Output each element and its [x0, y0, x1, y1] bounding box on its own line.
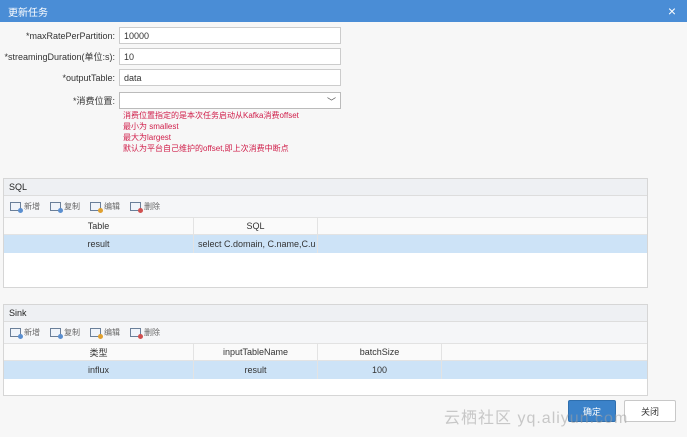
dialog-titlebar: 更新任务 ×: [0, 0, 687, 22]
sql-add-label: 新增: [24, 202, 40, 211]
column-header-type[interactable]: 类型: [4, 344, 194, 360]
sink-panel: Sink 新增 复制 编辑 删除 类型 inputTableName batch…: [3, 304, 648, 396]
add-icon: [10, 202, 23, 213]
table-row[interactable]: result select C.domain, C.name,C.u: [4, 235, 647, 253]
output-table-input[interactable]: [119, 69, 341, 86]
sql-delete-button[interactable]: 删除: [130, 201, 160, 213]
output-table-label: *outputTable:: [62, 72, 115, 83]
sink-delete-label: 删除: [144, 328, 160, 337]
sink-copy-label: 复制: [64, 328, 80, 337]
save-button[interactable]: 确定: [568, 400, 616, 422]
sink-add-button[interactable]: 新增: [10, 327, 40, 339]
table-row[interactable]: influx result 100: [4, 361, 647, 379]
sink-edit-label: 编辑: [104, 328, 120, 337]
edit-icon: [90, 328, 103, 339]
column-header-sql[interactable]: SQL: [194, 218, 318, 234]
sink-delete-button[interactable]: 删除: [130, 327, 160, 339]
output-table-row: *outputTable:: [0, 69, 341, 86]
delete-icon: [130, 202, 143, 213]
max-rate-label: *maxRatePerPartition:: [25, 30, 115, 41]
hint-line: 最小为 smallest: [123, 122, 179, 131]
close-button[interactable]: 关闭: [624, 400, 676, 422]
streaming-duration-label: *streamingDuration(单位:s):: [4, 52, 115, 62]
max-rate-row: *maxRatePerPartition:: [0, 27, 341, 44]
consume-position-hint: 消费位置指定的是本次任务启动从Kafka消费offset 最小为 smalles…: [123, 110, 299, 154]
sql-toolbar: 新增 复制 编辑 删除: [4, 196, 647, 218]
sink-cell-batch: 100: [318, 361, 442, 379]
hint-line: 最大为largest: [123, 133, 172, 142]
sql-edit-button[interactable]: 编辑: [90, 201, 120, 213]
copy-icon: [50, 202, 63, 213]
dialog-title: 更新任务: [8, 7, 48, 19]
consume-position-label: *消费位置:: [72, 96, 115, 106]
consume-position-select[interactable]: ﹀: [119, 92, 341, 109]
sink-copy-button[interactable]: 复制: [50, 327, 80, 339]
consume-position-row: *消费位置: ﹀: [0, 92, 341, 109]
chevron-down-icon[interactable]: ﹀: [327, 95, 336, 108]
sink-toolbar: 新增 复制 编辑 删除: [4, 322, 647, 344]
sql-panel-title: SQL: [4, 179, 647, 196]
sql-cell-table: result: [4, 235, 194, 253]
sql-edit-label: 编辑: [104, 202, 120, 211]
streaming-duration-input[interactable]: [119, 48, 341, 65]
sink-grid-header: 类型 inputTableName batchSize: [4, 344, 647, 361]
sink-cell-type: influx: [4, 361, 194, 379]
update-task-dialog: 更新任务 × *maxRatePerPartition: *streamingD…: [0, 0, 687, 437]
column-header-batch-size[interactable]: batchSize: [318, 344, 442, 360]
sink-edit-button[interactable]: 编辑: [90, 327, 120, 339]
hint-line: 消费位置指定的是本次任务启动从Kafka消费offset: [123, 111, 299, 120]
hint-line: 默认为平台自己维护的offset,即上次消费中断点: [123, 144, 289, 153]
close-icon[interactable]: ×: [665, 4, 679, 18]
max-rate-input[interactable]: [119, 27, 341, 44]
streaming-duration-row: *streamingDuration(单位:s):: [0, 48, 341, 65]
sql-copy-button[interactable]: 复制: [50, 201, 80, 213]
sink-cell-input: result: [194, 361, 318, 379]
sql-cell-sql: select C.domain, C.name,C.u: [194, 235, 318, 253]
sql-copy-label: 复制: [64, 202, 80, 211]
sql-panel: SQL 新增 复制 编辑 删除 Table SQL result select …: [3, 178, 648, 288]
delete-icon: [130, 328, 143, 339]
sql-grid-header: Table SQL: [4, 218, 647, 235]
sink-panel-title: Sink: [4, 305, 647, 322]
sql-delete-label: 删除: [144, 202, 160, 211]
copy-icon: [50, 328, 63, 339]
column-header-table[interactable]: Table: [4, 218, 194, 234]
add-icon: [10, 328, 23, 339]
sql-add-button[interactable]: 新增: [10, 201, 40, 213]
edit-icon: [90, 202, 103, 213]
column-header-input-table[interactable]: inputTableName: [194, 344, 318, 360]
sink-add-label: 新增: [24, 328, 40, 337]
